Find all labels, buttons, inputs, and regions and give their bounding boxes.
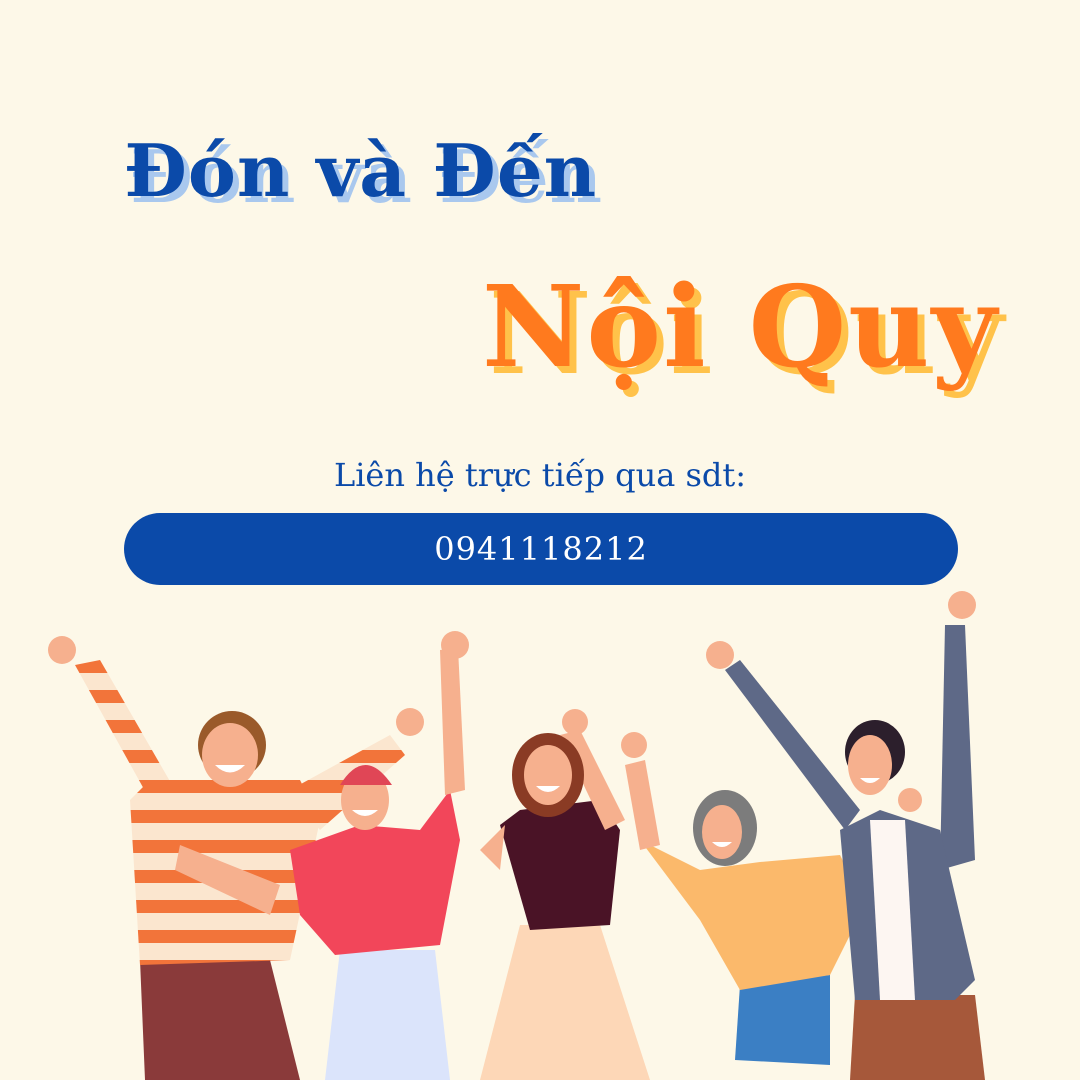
cheering-people-illustration	[48, 591, 985, 1080]
phone-number-button[interactable]: 0941118212	[124, 513, 958, 585]
contact-label: Liên hệ trực tiếp qua sdt:	[333, 456, 747, 494]
person-dark-top	[480, 709, 650, 1080]
heading-line-1: Đón và Đến	[124, 128, 598, 213]
person-red-top	[290, 631, 469, 1080]
heading-line-2: Nội Quy	[482, 262, 999, 393]
phone-number-text: 0941118212	[434, 530, 648, 568]
